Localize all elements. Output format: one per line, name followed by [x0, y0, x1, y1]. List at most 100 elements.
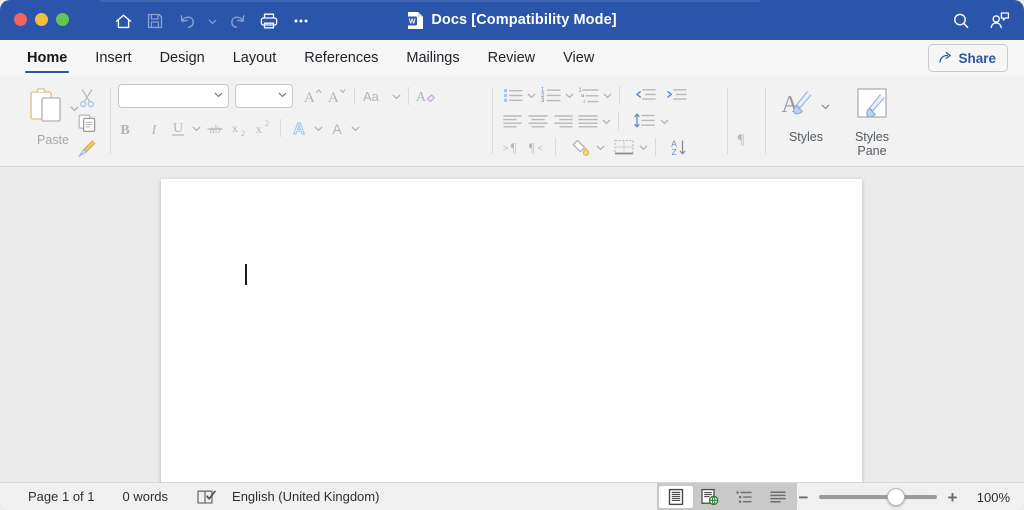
font-size-input[interactable]: [234, 84, 293, 108]
undo-dropdown-icon[interactable]: [204, 8, 220, 34]
view-web-layout-button[interactable]: [693, 486, 727, 508]
font-name-input[interactable]: [118, 84, 229, 108]
paragraph-separator-3: [555, 138, 556, 156]
zoom-button[interactable]: [56, 13, 69, 26]
styles-group: A Styles Styles Pane: [778, 84, 900, 158]
print-icon[interactable]: [254, 8, 284, 34]
collaborate-icon[interactable]: [984, 8, 1014, 34]
search-icon[interactable]: [946, 8, 976, 34]
share-label: Share: [958, 50, 996, 66]
font-color-icon[interactable]: A: [325, 116, 349, 140]
line-spacing-icon[interactable]: [632, 109, 658, 133]
shading-icon[interactable]: [569, 135, 594, 159]
view-draft-button[interactable]: [761, 486, 795, 508]
bold-button[interactable]: B: [118, 116, 142, 140]
underline-chevron-down-icon[interactable]: [190, 123, 203, 134]
zoom-in-button[interactable]: +: [946, 489, 959, 506]
undo-icon[interactable]: [172, 8, 202, 34]
subscript-button[interactable]: x2: [227, 116, 251, 140]
minimize-button[interactable]: [35, 13, 48, 26]
more-icon[interactable]: [286, 8, 316, 34]
numbering-chevron-down-icon[interactable]: [563, 90, 576, 101]
view-print-layout-button[interactable]: [659, 486, 693, 508]
tab-design[interactable]: Design: [146, 40, 219, 76]
shading-chevron-down-icon[interactable]: [594, 142, 607, 153]
font-name-chevron-down-icon[interactable]: [213, 89, 224, 103]
font-size-chevron-down-icon[interactable]: [277, 89, 288, 103]
tab-home-label: Home: [27, 50, 68, 66]
tab-references-label: References: [304, 50, 379, 66]
svg-text:Aa: Aa: [363, 89, 380, 104]
format-painter-icon[interactable]: [72, 136, 102, 160]
underline-button[interactable]: U: [166, 116, 190, 140]
titlebar-seam: [100, 0, 760, 2]
change-case-chevron-down-icon[interactable]: [390, 91, 403, 102]
svg-text:¶: ¶: [511, 141, 517, 155]
tab-layout-label: Layout: [232, 50, 277, 66]
clear-formatting-icon[interactable]: A: [414, 84, 440, 108]
copy-icon[interactable]: [72, 111, 102, 135]
grow-font-icon[interactable]: A: [301, 84, 325, 108]
align-left-icon[interactable]: [500, 109, 525, 133]
styles-button[interactable]: A Styles: [778, 84, 834, 144]
word-count-label[interactable]: 0 words: [123, 489, 169, 504]
tab-review[interactable]: Review: [474, 40, 550, 76]
styles-pane-button[interactable]: Styles Pane: [844, 84, 900, 158]
redo-icon[interactable]: [222, 8, 252, 34]
justify-chevron-down-icon[interactable]: [600, 116, 613, 127]
bullets-chevron-down-icon[interactable]: [525, 90, 538, 101]
borders-chevron-down-icon[interactable]: [637, 142, 650, 153]
line-spacing-chevron-down-icon[interactable]: [658, 116, 671, 127]
zoom-level-label[interactable]: 100%: [968, 490, 1010, 505]
decrease-indent-icon[interactable]: [633, 83, 658, 107]
ltr-text-direction-icon[interactable]: > ¶: [500, 135, 525, 159]
font-color-chevron-down-icon[interactable]: [349, 123, 362, 134]
zoom-slider-thumb[interactable]: [887, 488, 905, 506]
tab-layout[interactable]: Layout: [219, 40, 291, 76]
cut-icon[interactable]: [72, 86, 102, 110]
bullets-icon[interactable]: [500, 83, 525, 107]
multilevel-list-icon[interactable]: 1ai: [576, 83, 601, 107]
zoom-out-button[interactable]: −: [797, 489, 810, 506]
styles-chevron-down-icon[interactable]: [819, 101, 832, 112]
ribbon-separator-2: [492, 88, 493, 154]
close-button[interactable]: [14, 13, 27, 26]
rtl-text-direction-icon[interactable]: ¶ <: [525, 135, 550, 159]
increase-indent-icon[interactable]: [664, 83, 689, 107]
tab-insert-label: Insert: [95, 50, 132, 66]
multilevel-list-chevron-down-icon[interactable]: [601, 90, 614, 101]
status-bar: Page 1 of 1 0 words English (United King…: [0, 482, 1024, 510]
borders-icon[interactable]: [611, 135, 637, 159]
language-label[interactable]: English (United Kingdom): [232, 489, 379, 504]
sort-icon[interactable]: AZ: [669, 135, 695, 159]
shrink-font-icon[interactable]: A: [325, 84, 349, 108]
italic-button[interactable]: I: [142, 116, 166, 140]
document-page[interactable]: [161, 179, 862, 482]
align-center-icon[interactable]: [525, 109, 550, 133]
align-right-icon[interactable]: [550, 109, 575, 133]
tab-home[interactable]: Home: [13, 40, 81, 76]
page-count-label[interactable]: Page 1 of 1: [28, 489, 95, 504]
tab-references[interactable]: References: [290, 40, 392, 76]
numbering-icon[interactable]: 123: [538, 83, 563, 107]
zoom-slider[interactable]: [819, 488, 937, 506]
tab-insert[interactable]: Insert: [81, 40, 145, 76]
justify-icon[interactable]: [575, 109, 600, 133]
svg-text:A: A: [304, 90, 315, 106]
document-canvas[interactable]: [0, 167, 1024, 482]
superscript-button[interactable]: x2: [251, 116, 275, 140]
text-effects-icon[interactable]: A: [286, 116, 312, 140]
show-formatting-marks-icon[interactable]: ¶: [729, 126, 753, 150]
text-effects-chevron-down-icon[interactable]: [312, 123, 325, 134]
strikethrough-button[interactable]: ab: [203, 116, 227, 140]
share-button[interactable]: Share: [928, 44, 1008, 72]
view-outline-button[interactable]: [727, 486, 761, 508]
tab-mailings[interactable]: Mailings: [392, 40, 473, 76]
titlebar-actions: [946, 8, 1014, 34]
tab-view[interactable]: View: [549, 40, 608, 76]
home-icon[interactable]: [108, 8, 138, 34]
proofing-icon[interactable]: [194, 488, 220, 506]
styles-icon: A: [781, 86, 819, 127]
change-case-icon[interactable]: Aa: [360, 84, 390, 108]
save-icon[interactable]: [140, 8, 170, 34]
